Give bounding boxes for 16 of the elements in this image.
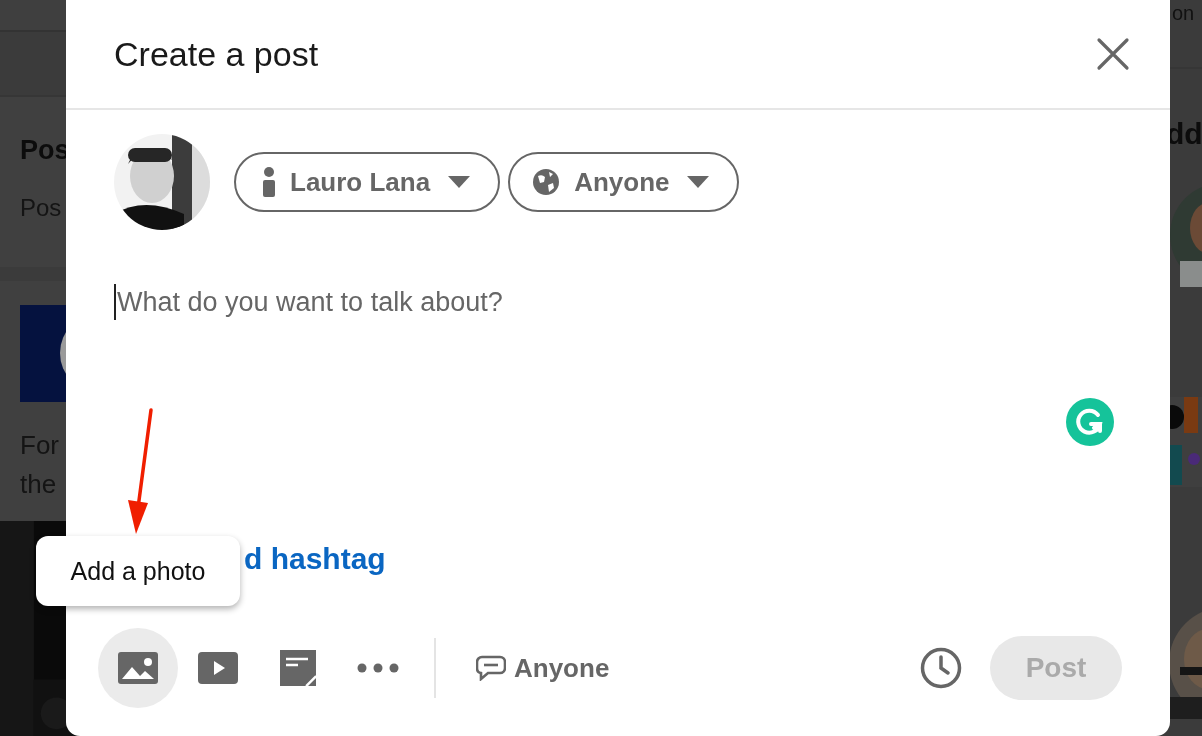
- globe-icon: [532, 168, 561, 196]
- image-icon: [118, 652, 158, 684]
- caret-icon: [448, 176, 471, 188]
- author-dropdown[interactable]: Lauro Lana: [234, 152, 501, 212]
- play-icon: [198, 652, 238, 684]
- more-icon: [357, 663, 399, 673]
- comment-setting-button[interactable]: Anyone: [464, 652, 622, 684]
- caret-icon: [687, 176, 710, 188]
- dialog-title: Create a post: [114, 34, 320, 74]
- visibility-dropdown[interactable]: Anyone: [508, 152, 740, 212]
- tooltip: Add a photo: [36, 536, 240, 606]
- person-icon: [262, 167, 276, 197]
- post-text-field[interactable]: What do you want to talk about?: [114, 284, 634, 320]
- add-hashtag-link[interactable]: d hashtag: [244, 542, 386, 576]
- speech-bubble-icon: [476, 655, 506, 681]
- note-icon: [280, 650, 316, 686]
